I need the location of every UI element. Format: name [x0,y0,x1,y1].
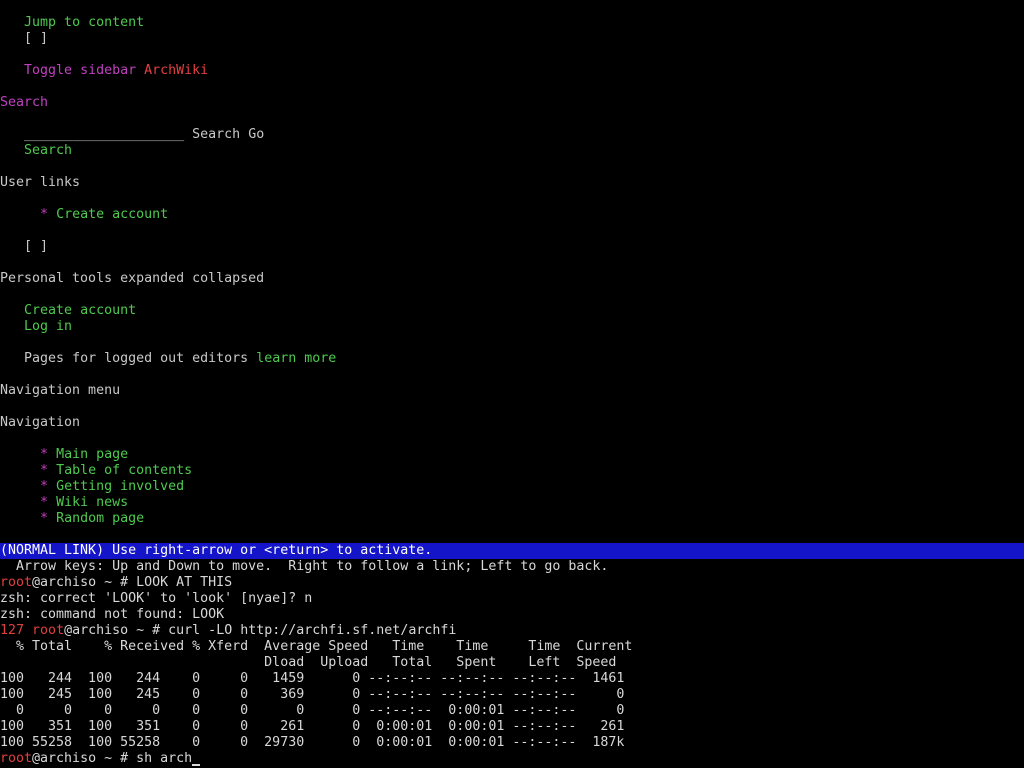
bullet-icon: * [40,207,49,222]
logged-out-line: Pages for logged out editors learn more [0,351,1024,367]
curl-row-text: 100 351 100 351 0 0 261 0 0:00:01 0:00:0… [0,719,625,734]
nav-item-wiki-news: * Wiki news [0,495,1024,511]
curl-header-text: % Total % Received % Xferd Average Speed… [0,639,633,654]
navigation-heading: Navigation [0,415,1024,431]
nav-item-random-page: * Random page [0,511,1024,527]
bullet-icon: * [40,511,49,526]
sidebar-checkbox[interactable]: [ ] [24,31,48,46]
main-page-link[interactable]: Main page [56,447,128,462]
prompt-host: @archiso ~ # [64,623,169,638]
status-text: (NORMAL LINK) Use right-arrow or <return… [0,543,433,558]
search-heading-line: Search [0,95,1024,111]
curl-row: 100 351 100 351 0 0 261 0 0:00:01 0:00:0… [0,719,1024,735]
curl-header-1: % Total % Received % Xferd Average Speed… [0,639,1024,655]
search-input[interactable]: ____________________ [24,127,184,142]
help-line: Arrow keys: Up and Down to move. Right t… [0,559,1024,575]
prompt-host: @archiso ~ # [32,575,137,590]
site-name-link[interactable]: ArchWiki [144,63,208,78]
not-found-text: zsh: command not found: LOOK [0,607,225,622]
create-account-link[interactable]: Create account [24,303,136,318]
log-in-line: Log in [0,319,1024,335]
correct-text: zsh: correct 'LOOK' to 'look' [nyae]? n [0,591,313,606]
user-links-heading: User links [0,175,1024,191]
header-line: Toggle sidebar ArchWiki [0,63,1024,79]
checkbox-line: [ ] [0,31,1024,47]
toggle-sidebar-link[interactable]: Toggle sidebar [24,63,136,78]
prompt-line-2: 127 root@archiso ~ # curl -LO http://arc… [0,623,1024,639]
bullet-icon: * [40,479,49,494]
search-link-line: Search [0,143,1024,159]
help-text: Arrow keys: Up and Down to move. Right t… [0,559,609,574]
nav-item-getting-involved: * Getting involved [0,479,1024,495]
wiki-news-link[interactable]: Wiki news [56,495,128,510]
exit-code: 127 [0,623,25,638]
user-links-label: User links [0,175,81,190]
checkbox-line-2: [ ] [0,239,1024,255]
cursor-icon [192,764,201,766]
table-of-contents-link[interactable]: Table of contents [56,463,192,478]
search-link[interactable]: Search [24,143,72,158]
bullet-icon: * [40,447,49,462]
link-status-bar: (NORMAL LINK) Use right-arrow or <return… [0,543,1024,559]
not-found-line: zsh: command not found: LOOK [0,607,1024,623]
search-heading: Search [0,95,49,110]
skip-link[interactable]: Jump to content [24,15,144,30]
curl-row-text: 100 245 100 245 0 0 369 0 --:--:-- --:--… [0,687,625,702]
command-input[interactable]: sh arch [136,751,192,766]
curl-row: 100 245 100 245 0 0 369 0 --:--:-- --:--… [0,687,1024,703]
correct-line: zsh: correct 'LOOK' to 'look' [nyae]? n [0,591,1024,607]
logged-out-text: Pages for logged out editors [24,351,249,366]
go-button[interactable]: Go [248,127,264,142]
search-form-line: ____________________ Search Go [0,127,1024,143]
prompt-user: root [0,751,33,766]
curl-row-text: 100 244 100 244 0 0 1459 0 --:--:-- --:-… [0,671,625,686]
personal-checkbox[interactable]: [ ] [24,239,48,254]
curl-row: 0 0 0 0 0 0 0 0 --:--:-- 0:00:01 --:--:-… [0,703,1024,719]
random-page-link[interactable]: Random page [56,511,144,526]
prompt-line-1: root@archiso ~ # LOOK AT THIS [0,575,1024,591]
log-in-link[interactable]: Log in [24,319,72,334]
nav-item-main-page: * Main page [0,447,1024,463]
bullet-icon: * [40,495,49,510]
prompt-host: @archiso ~ # [32,751,137,766]
curl-header-2: Dload Upload Total Spent Left Speed [0,655,1024,671]
learn-more-link[interactable]: learn more [256,351,336,366]
nav-menu-heading: Navigation menu [0,383,1024,399]
curl-row-text: 100 55258 100 55258 0 0 29730 0 0:00:01 … [0,735,625,750]
navigation-label: Navigation [0,415,81,430]
bullet-icon: * [40,463,49,478]
curl-row: 100 244 100 244 0 0 1459 0 --:--:-- --:-… [0,671,1024,687]
command-text: curl -LO http://archfi.sf.net/archfi [168,623,457,638]
curl-header-text: Dload Upload Total Spent Left Speed [0,655,617,670]
getting-involved-link[interactable]: Getting involved [56,479,184,494]
personal-tools-label: Personal tools expanded collapsed [0,271,265,286]
create-account-line: Create account [0,303,1024,319]
command-text: LOOK AT THIS [136,575,233,590]
prompt-line-3: root@archiso ~ # sh arch [0,751,1024,767]
prompt-user: root [0,575,33,590]
curl-row: 100 55258 100 55258 0 0 29730 0 0:00:01 … [0,735,1024,751]
nav-menu-label: Navigation menu [0,383,121,398]
create-account-link-bullet[interactable]: Create account [56,207,168,222]
prompt-user: root [32,623,65,638]
create-account-bullet-line: * Create account [0,207,1024,223]
personal-tools-line: Personal tools expanded collapsed [0,271,1024,287]
curl-row-text: 0 0 0 0 0 0 0 0 --:--:-- 0:00:01 --:--:-… [0,703,625,718]
nav-item-toc: * Table of contents [0,463,1024,479]
skip-link-line: Jump to content [0,15,1024,31]
search-button[interactable]: Search [192,127,240,142]
